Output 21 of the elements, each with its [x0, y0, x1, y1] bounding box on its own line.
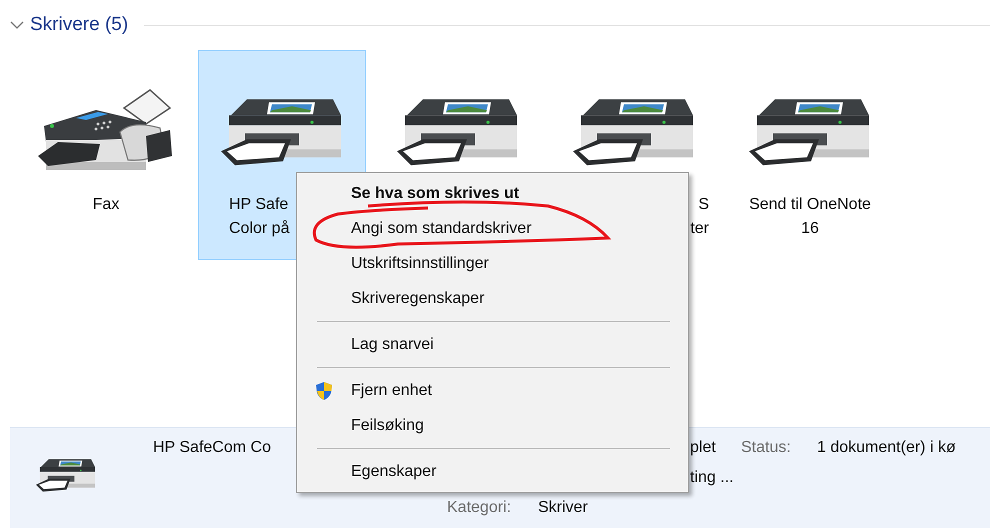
device-label: Fax	[92, 195, 120, 215]
device-label: HP Safe	[229, 195, 288, 215]
menu-item[interactable]: Feilsøking	[299, 408, 686, 443]
category-label: Kategori:	[447, 499, 512, 518]
menu-item[interactable]: Lag snarvei	[299, 327, 686, 362]
device-name: HP SafeCom Co	[153, 439, 272, 458]
device-label: 16	[801, 219, 819, 239]
device-label: Color på	[229, 219, 290, 239]
section-title[interactable]: Skrivere (5)	[30, 14, 128, 36]
model-tail: ting ...	[690, 469, 735, 488]
menu-item[interactable]: Fjern enhet	[299, 373, 686, 408]
status-value: 1 dokument(er) i kø	[817, 439, 956, 458]
chevron-down-icon[interactable]	[10, 20, 24, 30]
menu-item[interactable]: Skriveregenskaper	[299, 281, 686, 316]
device-name-tail: plet	[690, 439, 717, 458]
status-label: Status:	[741, 439, 792, 458]
device-label: ter	[690, 219, 709, 239]
menu-item[interactable]: Egenskaper	[299, 454, 686, 489]
device-label: S	[698, 195, 709, 215]
device-label: Send til OneNote	[749, 195, 871, 215]
category-value: Skriver	[538, 499, 589, 518]
